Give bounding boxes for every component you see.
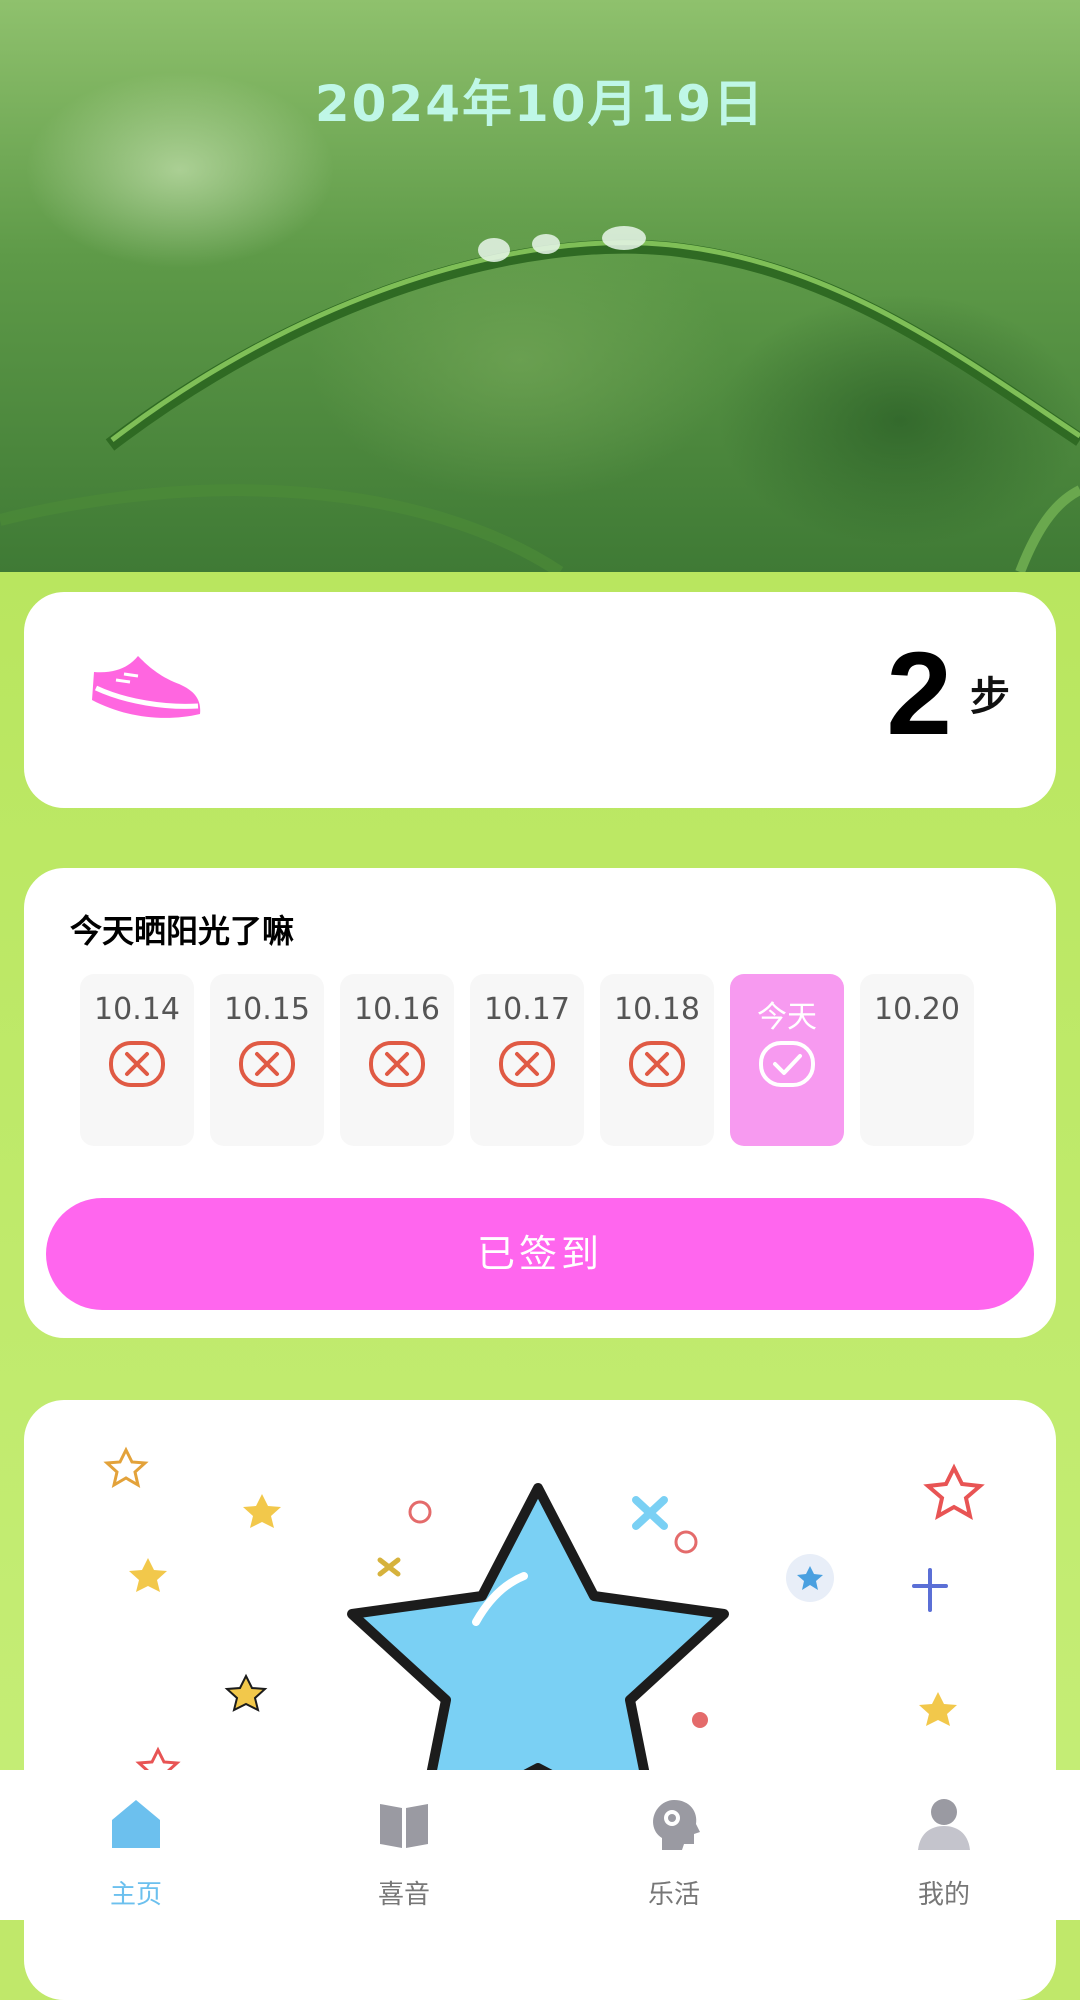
- tab-label: 主页: [109, 1880, 162, 1910]
- checked-in-button[interactable]: 已签到: [46, 1198, 1034, 1310]
- missed-x-icon: [369, 1041, 425, 1087]
- tab-label: 我的: [917, 1880, 970, 1910]
- checked-icon: [759, 1041, 815, 1087]
- step-unit: 步: [970, 674, 1010, 720]
- tab-label: 乐活: [647, 1880, 700, 1910]
- day-label: 10.18: [614, 992, 700, 1027]
- sunshine-checkin-card: 今天晒阳光了嘛 10.14 10.15 10.16 10.17 10.18 今天…: [24, 868, 1056, 1338]
- checkin-day[interactable]: 10.16: [340, 974, 454, 1146]
- day-label: 今天: [757, 1000, 817, 1035]
- home-icon: [112, 1800, 160, 1848]
- day-label: 10.14: [94, 992, 180, 1027]
- checkin-day[interactable]: 10.17: [470, 974, 584, 1146]
- missed-x-icon: [499, 1041, 555, 1087]
- missed-x-icon: [239, 1041, 295, 1087]
- step-count: 2: [886, 628, 952, 760]
- step-counter-card[interactable]: 2 步: [24, 592, 1056, 808]
- checkin-day[interactable]: 10.14: [80, 974, 194, 1146]
- day-label: 10.15: [224, 992, 310, 1027]
- tab-label: 喜音: [377, 1880, 430, 1910]
- day-label: 10.17: [484, 992, 570, 1027]
- checkin-day-today[interactable]: 今天: [730, 974, 844, 1146]
- profile-icon: [918, 1799, 970, 1850]
- tab-profile[interactable]: 我的: [844, 1770, 1044, 1920]
- day-label: 10.20: [874, 992, 960, 1027]
- current-date: 2024年10月19日: [314, 75, 766, 133]
- bottom-tab-bar: 主页 喜音 乐活 我的: [0, 1770, 1080, 1920]
- running-shoe-icon: [92, 656, 201, 718]
- checkin-day[interactable]: 10.18: [600, 974, 714, 1146]
- checkin-title: 今天晒阳光了嘛: [70, 912, 295, 950]
- missed-x-icon: [109, 1041, 165, 1087]
- book-icon: [380, 1804, 428, 1848]
- tab-home[interactable]: 主页: [36, 1770, 236, 1920]
- tab-music[interactable]: 喜音: [304, 1770, 504, 1920]
- head-brain-icon: [653, 1800, 700, 1850]
- hero-banner: 2024年10月19日: [0, 0, 1080, 572]
- missed-x-icon: [629, 1041, 685, 1087]
- tab-life[interactable]: 乐活: [574, 1770, 774, 1920]
- day-label: 10.16: [354, 992, 440, 1027]
- checkin-day[interactable]: 10.15: [210, 974, 324, 1146]
- checkin-day[interactable]: 10.20: [860, 974, 974, 1146]
